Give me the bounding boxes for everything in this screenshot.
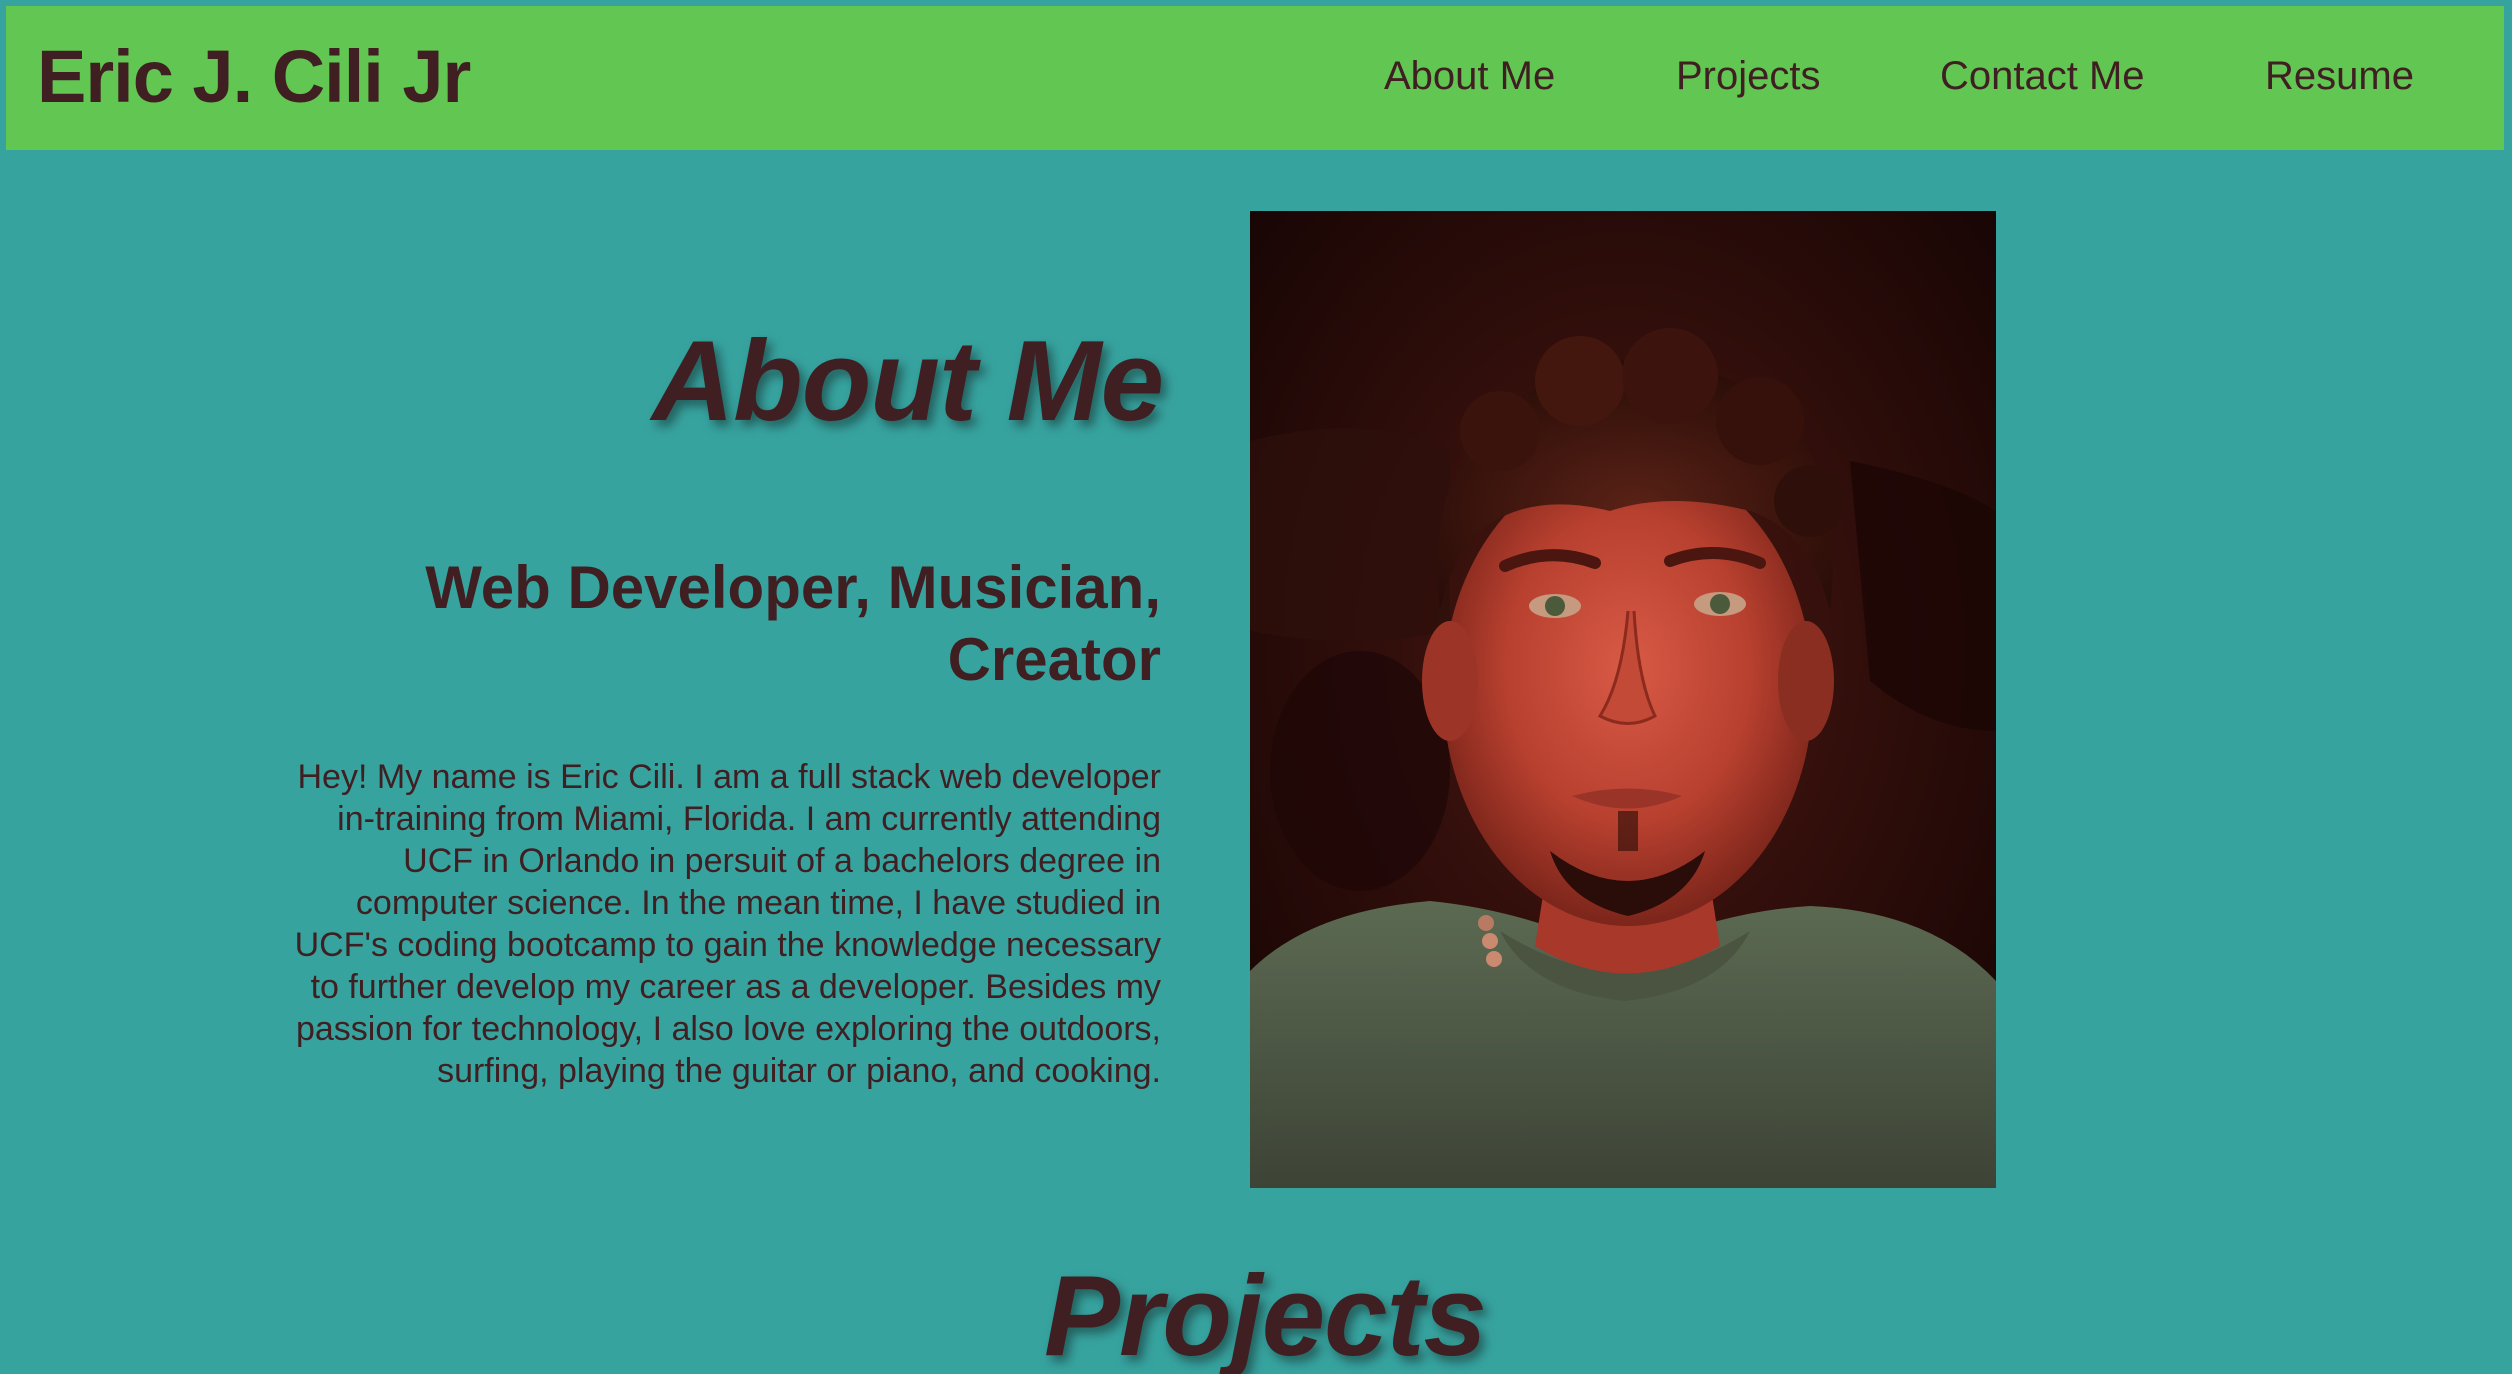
nav-link-contact-me[interactable]: Contact Me	[1940, 56, 2145, 96]
site-title[interactable]: Eric J. Cili Jr	[37, 40, 471, 114]
nav-link-projects[interactable]: Projects	[1676, 56, 1821, 96]
profile-photo	[1250, 211, 1996, 1188]
about-bio-text: Hey! My name is Eric Cili. I am a full s…	[294, 758, 1161, 1090]
profile-photo-image	[1250, 211, 1996, 1188]
nav-link-about-me[interactable]: About Me	[1384, 56, 1555, 96]
navbar: Eric J. Cili Jr About Me Projects Contac…	[6, 6, 2504, 150]
about-subtitle: Web Developer, Musician, Creator	[425, 554, 1161, 693]
about-heading: About Me	[651, 318, 1164, 445]
projects-heading: Projects	[1044, 1253, 1487, 1374]
nav-link-resume[interactable]: Resume	[2265, 56, 2414, 96]
